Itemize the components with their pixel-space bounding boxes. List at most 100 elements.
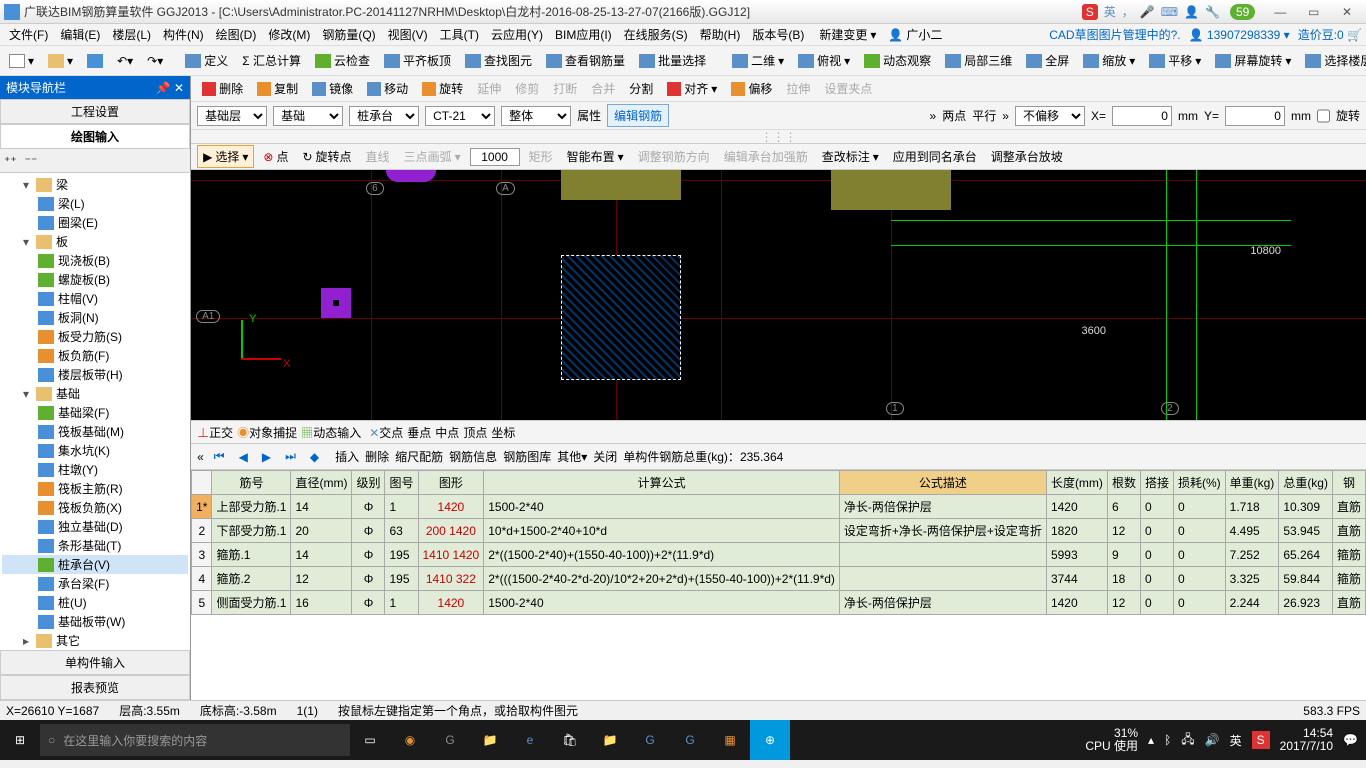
menu-help[interactable]: 帮助(H) — [695, 24, 746, 45]
fullscreen-button[interactable]: 全屏 — [1021, 50, 1074, 71]
folder-icon[interactable]: 📁 — [590, 720, 630, 760]
prev-icon[interactable]: ◀ — [235, 450, 252, 464]
id-select[interactable]: CT-21 — [425, 106, 495, 126]
tool-icon[interactable]: 🔧 — [1205, 5, 1220, 19]
info-button[interactable]: 钢筋信息 — [449, 448, 497, 465]
keyboard-icon[interactable]: ⌨ — [1161, 5, 1178, 19]
delete-button[interactable]: 删除 — [197, 78, 248, 99]
app4-icon[interactable]: ▦ — [710, 720, 750, 760]
system-tray[interactable]: 31%CPU 使用 ▴ ᛒ 🖧 🔊 英 S 14:542017/7/10 💬 — [1077, 727, 1366, 753]
collapse-icon[interactable]: ⁻⁻ — [25, 154, 38, 168]
tab-project[interactable]: 工程设置 — [0, 99, 190, 124]
app5-icon[interactable]: ⊕ — [750, 720, 790, 760]
osnap-button[interactable]: ◉对象捕捉 — [237, 424, 297, 441]
start-button[interactable]: ⊞ — [0, 720, 40, 760]
new-icon[interactable]: ▾ — [4, 52, 39, 70]
firefox-icon[interactable]: ◉ — [390, 720, 430, 760]
rect-button[interactable]: 矩形 — [524, 146, 558, 167]
table-row[interactable]: 3 箍筋.114Φ195 1410 1420 2*((1500-2*40)+(1… — [192, 543, 1366, 567]
close-button[interactable]: ✕ — [1332, 5, 1362, 19]
insert-row-button[interactable]: 插入 — [335, 448, 359, 465]
edge-icon[interactable]: e — [510, 720, 550, 760]
define-button[interactable]: 定义 — [180, 50, 233, 71]
scope-select[interactable]: 整体 — [501, 106, 571, 126]
stretch-button[interactable]: 拉伸 — [781, 78, 815, 99]
open-icon[interactable]: ▾ — [43, 52, 78, 70]
search-box[interactable]: ○在这里输入你要搜索的内容 — [40, 724, 350, 756]
adjdir-button[interactable]: 调整钢筋方向 — [633, 146, 715, 167]
cad-hint[interactable]: CAD草图图片管理中的?. — [1049, 26, 1180, 43]
windows-taskbar[interactable]: ⊞ ○在这里输入你要搜索的内容 ▭ ◉ G 📁 e 🛍 📁 G G ▦ ⊕ 31… — [0, 720, 1366, 760]
table-row[interactable]: 2 下部受力筋.120Φ63 200 1420 10*d+1500-2*40+1… — [192, 519, 1366, 543]
cloud-check-button[interactable]: 云检查 — [310, 50, 375, 71]
mid-button[interactable]: 中点 — [435, 424, 459, 441]
view-rebar-button[interactable]: 查看钢筋量 — [541, 50, 630, 71]
checkdim-button[interactable]: 查改标注▾ — [817, 146, 884, 167]
other-button[interactable]: 其他▾ — [557, 448, 587, 465]
store-icon[interactable]: 🛍 — [550, 720, 590, 760]
line-button[interactable]: 直线 — [361, 146, 395, 167]
minimize-button[interactable]: ― — [1265, 5, 1295, 19]
floor-select[interactable]: 基础层 — [197, 106, 267, 126]
mirror-button[interactable]: 镜像 — [307, 78, 358, 99]
copy-button[interactable]: 复制 — [252, 78, 303, 99]
offset-button[interactable]: 偏移 — [726, 78, 777, 99]
pan-button[interactable]: 平移▾ — [1144, 50, 1206, 71]
rotate-checkbox[interactable] — [1317, 106, 1330, 126]
pin-icon[interactable]: 📌 ✕ — [156, 81, 184, 95]
mic-icon[interactable]: 🎤 — [1140, 5, 1155, 19]
menu-view[interactable]: 视图(V) — [383, 24, 433, 45]
tab-draw[interactable]: 绘图输入 — [0, 124, 190, 149]
bean[interactable]: 造价豆:0 🛒 — [1298, 26, 1362, 43]
menu-cloud[interactable]: 云应用(Y) — [486, 24, 548, 45]
menu-online[interactable]: 在线服务(S) — [619, 24, 693, 45]
find-button[interactable]: 查找图元 — [460, 50, 537, 71]
menu-edit[interactable]: 编辑(E) — [55, 24, 105, 45]
select-button[interactable]: ▶ 选择 ▾ — [197, 145, 254, 168]
task-view-icon[interactable]: ▭ — [350, 720, 390, 760]
parallel-button[interactable]: 平行 — [972, 107, 996, 124]
split-button[interactable]: 分割 — [624, 78, 658, 99]
menu-rebar[interactable]: 钢筋量(Q) — [317, 24, 380, 45]
ortho-button[interactable]: ⊥正交 — [197, 424, 233, 441]
explorer-icon[interactable]: 📁 — [470, 720, 510, 760]
tab-report[interactable]: 报表预览 — [0, 675, 190, 700]
tab-single[interactable]: 单构件输入 — [0, 650, 190, 675]
screen-rotate-button[interactable]: 屏幕旋转▾ — [1210, 50, 1296, 71]
table-row[interactable]: 5 侧面受力筋.116Φ1 1420 1500-2*40净长-两倍保护层 142… — [192, 591, 1366, 615]
applysame-button[interactable]: 应用到同名承台 — [888, 146, 982, 167]
menu-modify[interactable]: 修改(M) — [263, 24, 315, 45]
editcap-button[interactable]: 编辑承台加强筋 — [719, 146, 813, 167]
int-button[interactable]: ✕交点 — [369, 424, 403, 441]
table-row[interactable]: 1* 上部受力筋.114Φ1 1420 1500-2*40净长-两倍保护层 14… — [192, 495, 1366, 519]
component-tree[interactable]: ▾梁 梁(L) 圈梁(E) ▾板 现浇板(B) 螺旋板(B) 柱帽(V) 板洞(… — [0, 173, 190, 650]
y-input[interactable] — [1225, 106, 1285, 126]
arc3-button[interactable]: 三点画弧▾ — [399, 146, 466, 167]
menu-floor[interactable]: 楼层(L) — [107, 24, 156, 45]
edit-rebar-button[interactable]: 编辑钢筋 — [607, 104, 669, 127]
x-input[interactable] — [1112, 106, 1172, 126]
category-select[interactable]: 基础 — [273, 106, 343, 126]
rotpt-button[interactable]: ↻ 旋转点 — [297, 146, 356, 167]
delete-row-button[interactable]: 删除 — [365, 448, 389, 465]
select-floor-button[interactable]: 选择楼层 — [1300, 50, 1366, 71]
2d-button[interactable]: 二维▾ — [727, 50, 789, 71]
redo-icon[interactable]: ↷▾ — [142, 52, 168, 70]
maximize-button[interactable]: ▭ — [1299, 5, 1329, 19]
drawing-canvas[interactable]: A1 6 A 1 2 10800 3600 Y X — [191, 170, 1366, 420]
app2-icon[interactable]: G — [630, 720, 670, 760]
next-icon[interactable]: ▶ — [258, 450, 275, 464]
orbit-button[interactable]: 动态观察 — [859, 50, 936, 71]
batch-select-button[interactable]: 批量选择 — [634, 50, 711, 71]
align-button[interactable]: 对齐▾ — [662, 78, 722, 99]
badge[interactable]: 59 — [1230, 4, 1255, 20]
rotate-button[interactable]: 旋转 — [417, 78, 468, 99]
user-button[interactable]: 👤广小二 — [883, 25, 947, 44]
close-grid-button[interactable]: 关闭 — [593, 448, 617, 465]
lib-button[interactable]: 钢筋图库 — [503, 448, 551, 465]
merge-button[interactable]: 合并 — [586, 78, 620, 99]
local3d-button[interactable]: 局部三维 — [940, 50, 1017, 71]
value-input[interactable] — [470, 148, 520, 166]
top-view-button[interactable]: 俯视▾ — [793, 50, 855, 71]
break-button[interactable]: 打断 — [548, 78, 582, 99]
